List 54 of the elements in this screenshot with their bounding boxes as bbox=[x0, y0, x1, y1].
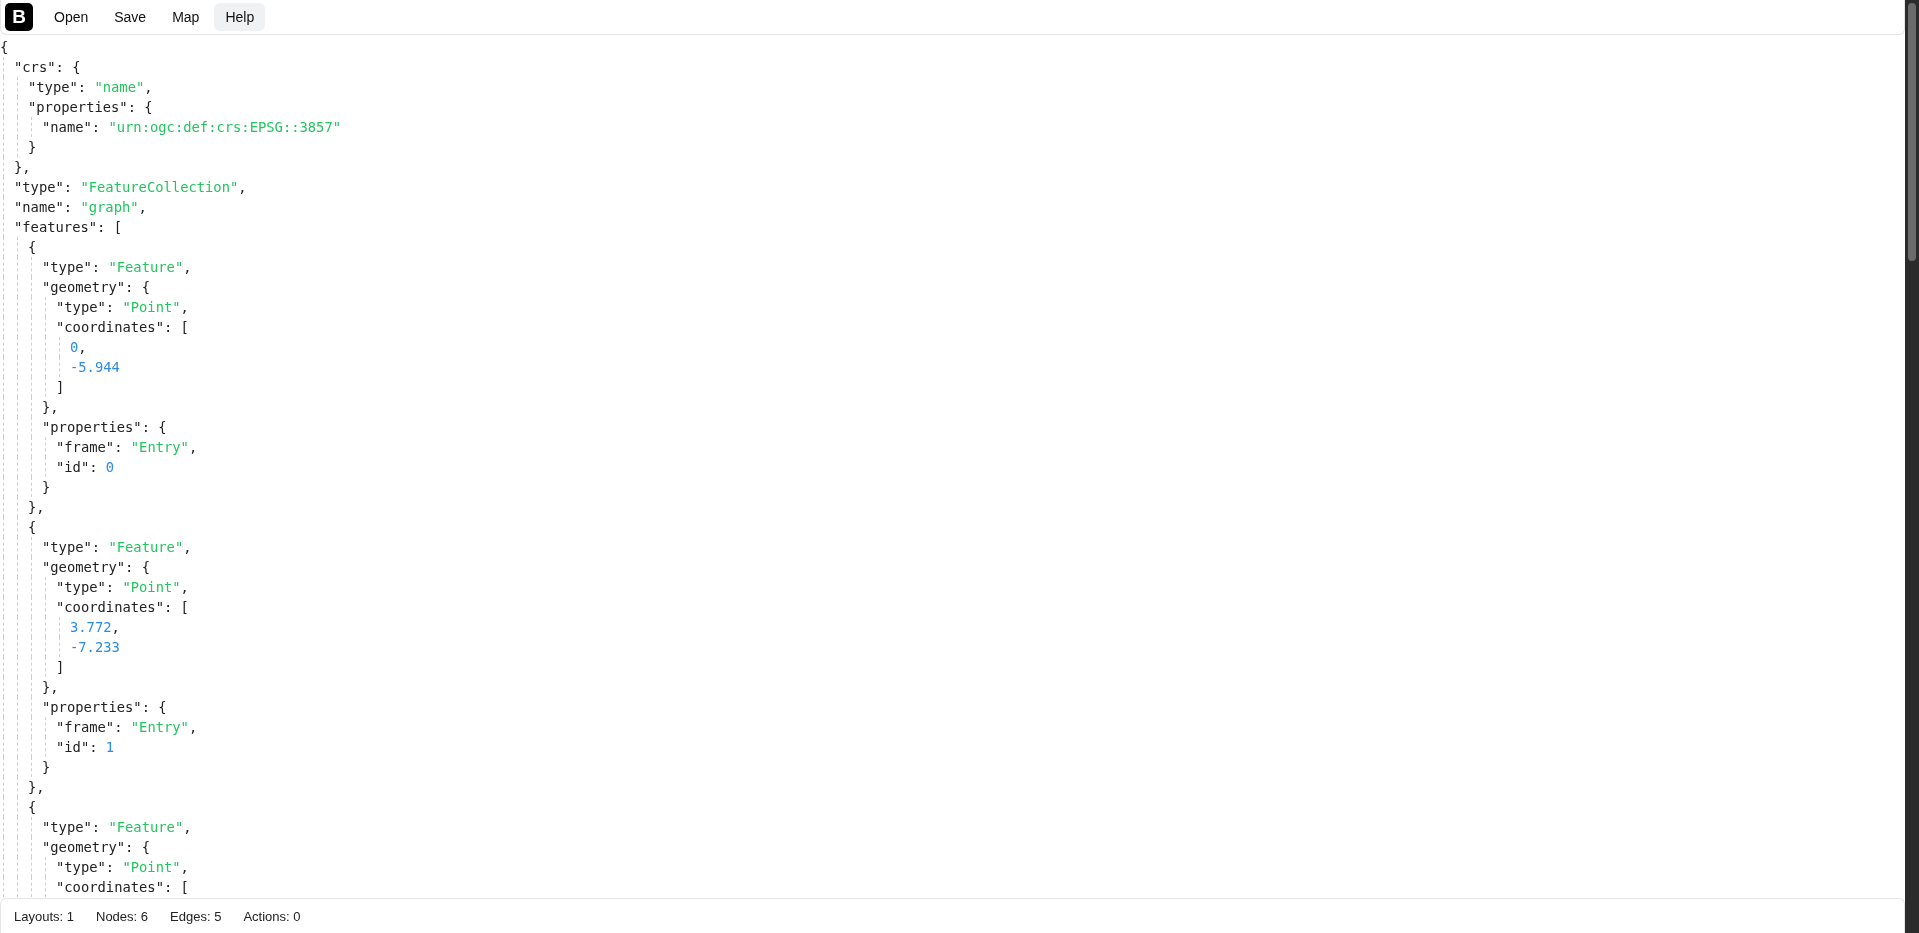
code-line: "properties": { bbox=[42, 419, 167, 435]
code-line: "frame": "Entry", bbox=[56, 439, 198, 455]
code-line: "id": 0 bbox=[56, 459, 115, 475]
code-line: "frame": "Entry", bbox=[56, 719, 198, 735]
code-line: "type": "Point", bbox=[56, 299, 189, 315]
code-line: }, bbox=[28, 779, 45, 795]
code-line: "type": "Point", bbox=[56, 579, 189, 595]
code-line: } bbox=[42, 759, 51, 775]
status-text: Actions: 0 bbox=[243, 908, 301, 924]
code-line: }, bbox=[14, 159, 31, 175]
code-line: }, bbox=[42, 679, 59, 695]
scrollbar-thumb[interactable] bbox=[1908, 3, 1916, 261]
code-line: { bbox=[28, 239, 37, 255]
code-line: "type": "Feature", bbox=[42, 819, 192, 835]
code-line: "type": "Feature", bbox=[42, 539, 192, 555]
code-line: "geometry": { bbox=[42, 279, 150, 295]
code-line: }, bbox=[28, 499, 45, 515]
code-line: "type": "Feature", bbox=[42, 259, 192, 275]
status-text: Nodes: 6 bbox=[96, 908, 149, 924]
code-line: } bbox=[28, 139, 37, 155]
code-line: -5.944 bbox=[70, 359, 120, 375]
code-line: ] bbox=[56, 659, 65, 675]
code-line: "type": "FeatureCollection", bbox=[14, 179, 247, 195]
code-line: }, bbox=[42, 399, 59, 415]
code-line: "name": "graph", bbox=[14, 199, 147, 215]
code-line: -7.233 bbox=[70, 639, 120, 655]
menu-item[interactable]: Map bbox=[161, 3, 211, 31]
scrollbar[interactable] bbox=[1905, 0, 1919, 933]
code-line: "properties": { bbox=[42, 699, 167, 715]
code-line: 0, bbox=[70, 339, 87, 355]
status-text: Layouts: 1 bbox=[14, 908, 74, 924]
code-line: "coordinates": [ bbox=[56, 319, 189, 335]
code-line: "crs": { bbox=[14, 59, 81, 75]
code-line: 3.772, bbox=[70, 619, 120, 635]
code-line: "coordinates": [ bbox=[56, 879, 189, 895]
code-line: { bbox=[28, 519, 37, 535]
code-line: "features": [ bbox=[14, 219, 122, 235]
code-line: "geometry": { bbox=[42, 559, 150, 575]
code-line: "coordinates": [ bbox=[56, 599, 189, 615]
menu-item[interactable]: Open bbox=[43, 3, 100, 31]
code-line: "name": "urn:ogc:def:crs:EPSG::3857" bbox=[42, 119, 342, 135]
code-line: "properties": { bbox=[28, 99, 153, 115]
code-line: } bbox=[42, 479, 51, 495]
code-line: "type": "Point", bbox=[56, 859, 189, 875]
code-line: "id": 1 bbox=[56, 739, 115, 755]
code-line: "type": "name", bbox=[28, 79, 153, 95]
status-text: Edges: 5 bbox=[170, 908, 222, 924]
code-line: "geometry": { bbox=[42, 839, 150, 855]
menu-item[interactable]: Help bbox=[214, 3, 266, 31]
app-logo: B bbox=[5, 3, 33, 31]
menu-item[interactable]: Save bbox=[103, 3, 158, 31]
code-line: { bbox=[0, 39, 9, 55]
code-line: ] bbox=[56, 379, 65, 395]
code-line: { bbox=[28, 799, 37, 815]
